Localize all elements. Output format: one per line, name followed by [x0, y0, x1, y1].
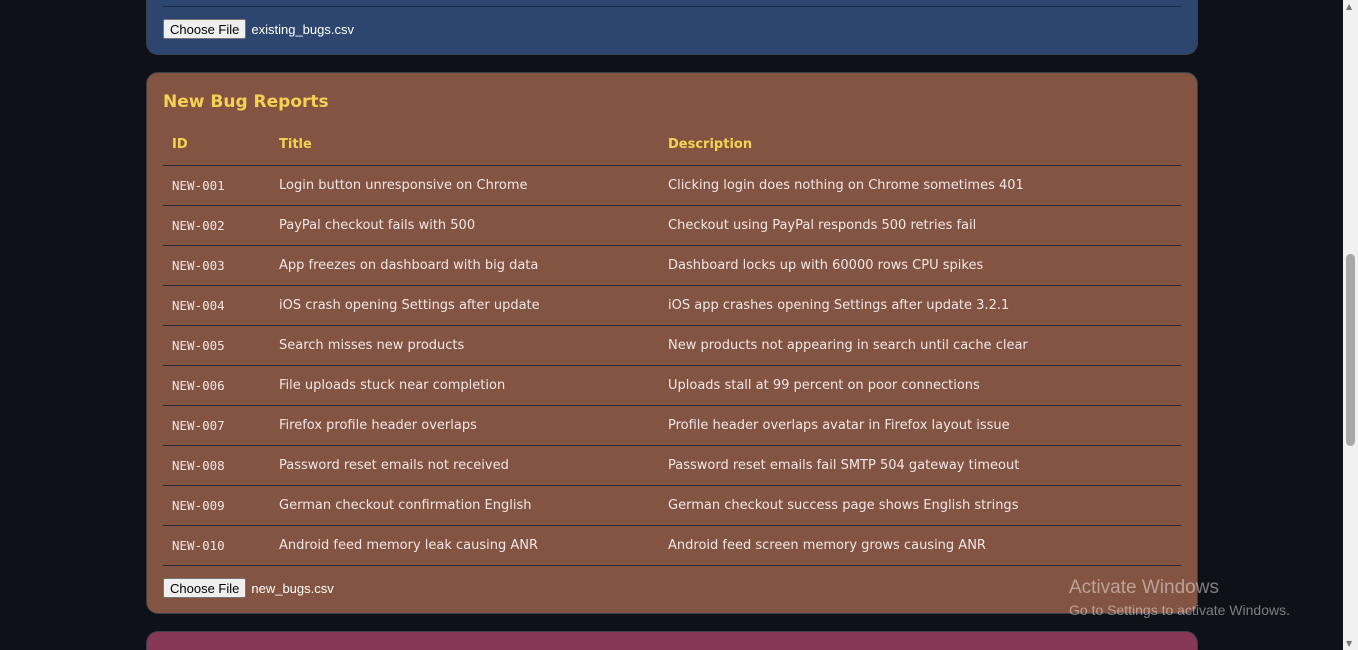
- table-row: NEW-001 Login button unresponsive on Chro…: [163, 165, 1181, 206]
- cell-title: Search misses new products: [270, 325, 659, 366]
- next-panel: [146, 631, 1198, 650]
- existing-file-input[interactable]: Choose File existing_bugs.csv: [163, 19, 354, 39]
- cell-id: NEW-010: [163, 525, 270, 566]
- cell-description: Uploads stall at 99 percent on poor conn…: [659, 365, 1181, 406]
- table-row: NEW-008 Password reset emails not receive…: [163, 445, 1181, 486]
- cell-id: NEW-008: [163, 445, 270, 486]
- column-header-title: Title: [270, 125, 659, 166]
- table-row: NEW-002 PayPal checkout fails with 500 Che…: [163, 205, 1181, 246]
- cell-id: NEW-003: [163, 245, 270, 286]
- cell-id: NEW-004: [163, 285, 270, 326]
- new-bugs-table: ID Title Description NEW-001 Login button…: [163, 125, 1181, 566]
- cell-description: Checkout using PayPal responds 500 retri…: [659, 205, 1181, 246]
- cell-title: Login button unresponsive on Chrome: [270, 165, 659, 206]
- choose-file-button[interactable]: Choose File: [163, 578, 247, 598]
- new-file-input[interactable]: Choose File new_bugs.csv: [163, 578, 334, 598]
- cell-description: Dashboard locks up with 60000 rows CPU s…: [659, 245, 1181, 286]
- cell-title: PayPal checkout fails with 500: [270, 205, 659, 246]
- scrollbar-thumb[interactable]: [1346, 254, 1355, 446]
- cell-description: Android feed screen memory grows causing…: [659, 525, 1181, 566]
- activate-windows-subtitle: Go to Settings to activate Windows.: [1069, 602, 1290, 618]
- cell-title: Password reset emails not received: [270, 445, 659, 486]
- choose-file-button[interactable]: Choose File: [163, 19, 247, 39]
- cell-title: Firefox profile header overlaps: [270, 405, 659, 446]
- table-row: NEW-003 App freezes on dashboard with big…: [163, 245, 1181, 286]
- cell-description: Password reset emails fail SMTP 504 gate…: [659, 445, 1181, 486]
- cell-id: NEW-007: [163, 405, 270, 446]
- cell-title: iOS crash opening Settings after update: [270, 285, 659, 326]
- section-title: New Bug Reports: [163, 92, 329, 112]
- table-row: NEW-004 iOS crash opening Settings after …: [163, 285, 1181, 326]
- scrollbar[interactable]: ▲ ▼: [1343, 0, 1358, 650]
- table-row: NEW-009 German checkout confirmation Engl…: [163, 485, 1181, 526]
- file-name: new_bugs.csv: [251, 580, 334, 596]
- existing-bugs-panel: Choose File existing_bugs.csv: [146, 0, 1198, 55]
- table-row: NEW-005 Search misses new products New pro…: [163, 325, 1181, 366]
- cell-id: NEW-006: [163, 365, 270, 406]
- cell-id: NEW-002: [163, 205, 270, 246]
- divider: [163, 6, 1181, 7]
- new-bug-reports-panel: New Bug Reports ID Title Description NEW…: [146, 72, 1198, 614]
- column-header-description: Description: [659, 125, 1181, 166]
- scroll-up-icon[interactable]: ▲: [1346, 2, 1352, 11]
- table-header-row: ID Title Description: [163, 125, 1181, 166]
- cell-title: File uploads stuck near completion: [270, 365, 659, 406]
- activate-windows-title: Activate Windows: [1069, 577, 1219, 598]
- cell-id: NEW-001: [163, 165, 270, 206]
- cell-id: NEW-009: [163, 485, 270, 526]
- cell-title: German checkout confirmation English: [270, 485, 659, 526]
- scroll-down-icon[interactable]: ▼: [1346, 639, 1352, 648]
- cell-description: Clicking login does nothing on Chrome so…: [659, 165, 1181, 206]
- table-row: NEW-007 Firefox profile header overlaps Pr…: [163, 405, 1181, 446]
- table-row: NEW-006 File uploads stuck near completio…: [163, 365, 1181, 406]
- cell-id: NEW-005: [163, 325, 270, 366]
- cell-description: iOS app crashes opening Settings after u…: [659, 285, 1181, 326]
- cell-description: German checkout success page shows Engli…: [659, 485, 1181, 526]
- file-name: existing_bugs.csv: [251, 21, 354, 37]
- column-header-id: ID: [163, 125, 270, 166]
- cell-description: Profile header overlaps avatar in Firefo…: [659, 405, 1181, 446]
- cell-title: Android feed memory leak causing ANR: [270, 525, 659, 566]
- table-row: NEW-010 Android feed memory leak causing …: [163, 525, 1181, 566]
- cell-title: App freezes on dashboard with big data: [270, 245, 659, 286]
- cell-description: New products not appearing in search unt…: [659, 325, 1181, 366]
